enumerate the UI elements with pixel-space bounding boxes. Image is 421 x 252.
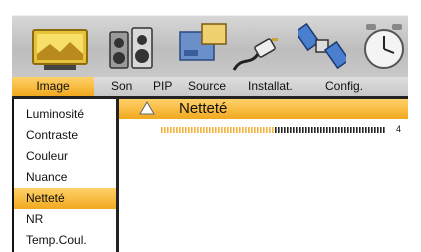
menu-item-couleur[interactable]: Couleur: [14, 146, 116, 167]
tv-screen-icon[interactable]: [32, 28, 88, 72]
pip-windows-icon[interactable]: [178, 22, 228, 66]
setting-header: Netteté: [119, 99, 408, 119]
sharpness-slider[interactable]: [161, 127, 387, 133]
menu-item-nuance[interactable]: Nuance: [14, 167, 116, 188]
tab-installation[interactable]: Installat.: [248, 77, 293, 96]
picture-settings-menu: Luminosité Contraste Couleur Nuance Nett…: [12, 99, 116, 252]
clock-icon[interactable]: [362, 22, 406, 72]
menu-item-nettete[interactable]: Netteté: [14, 188, 116, 209]
menu-item-luminosite[interactable]: Luminosité: [14, 104, 116, 125]
tab-pip[interactable]: PIP: [153, 77, 172, 96]
plug-cable-icon[interactable]: [232, 36, 280, 76]
satellite-icon[interactable]: [298, 22, 346, 70]
tab-son[interactable]: Son: [111, 77, 132, 96]
tab-source[interactable]: Source: [188, 77, 226, 96]
tab-config[interactable]: Config.: [325, 77, 363, 96]
menu-item-nr[interactable]: NR: [14, 209, 116, 230]
tab-bar: Image Son PIP Source Installat. Config.: [12, 77, 408, 96]
tab-image[interactable]: Image: [12, 77, 94, 96]
triangle-icon: [139, 101, 155, 120]
setting-detail-pane: Netteté 4: [119, 99, 408, 252]
setting-title: Netteté: [179, 100, 228, 117]
menu-item-temp-coul[interactable]: Temp.Coul.: [14, 230, 116, 251]
sharpness-value: 4: [396, 124, 402, 134]
menu-item-contraste[interactable]: Contraste: [14, 125, 116, 146]
speaker-icon[interactable]: [108, 26, 154, 70]
category-icon-strip: [12, 15, 408, 78]
